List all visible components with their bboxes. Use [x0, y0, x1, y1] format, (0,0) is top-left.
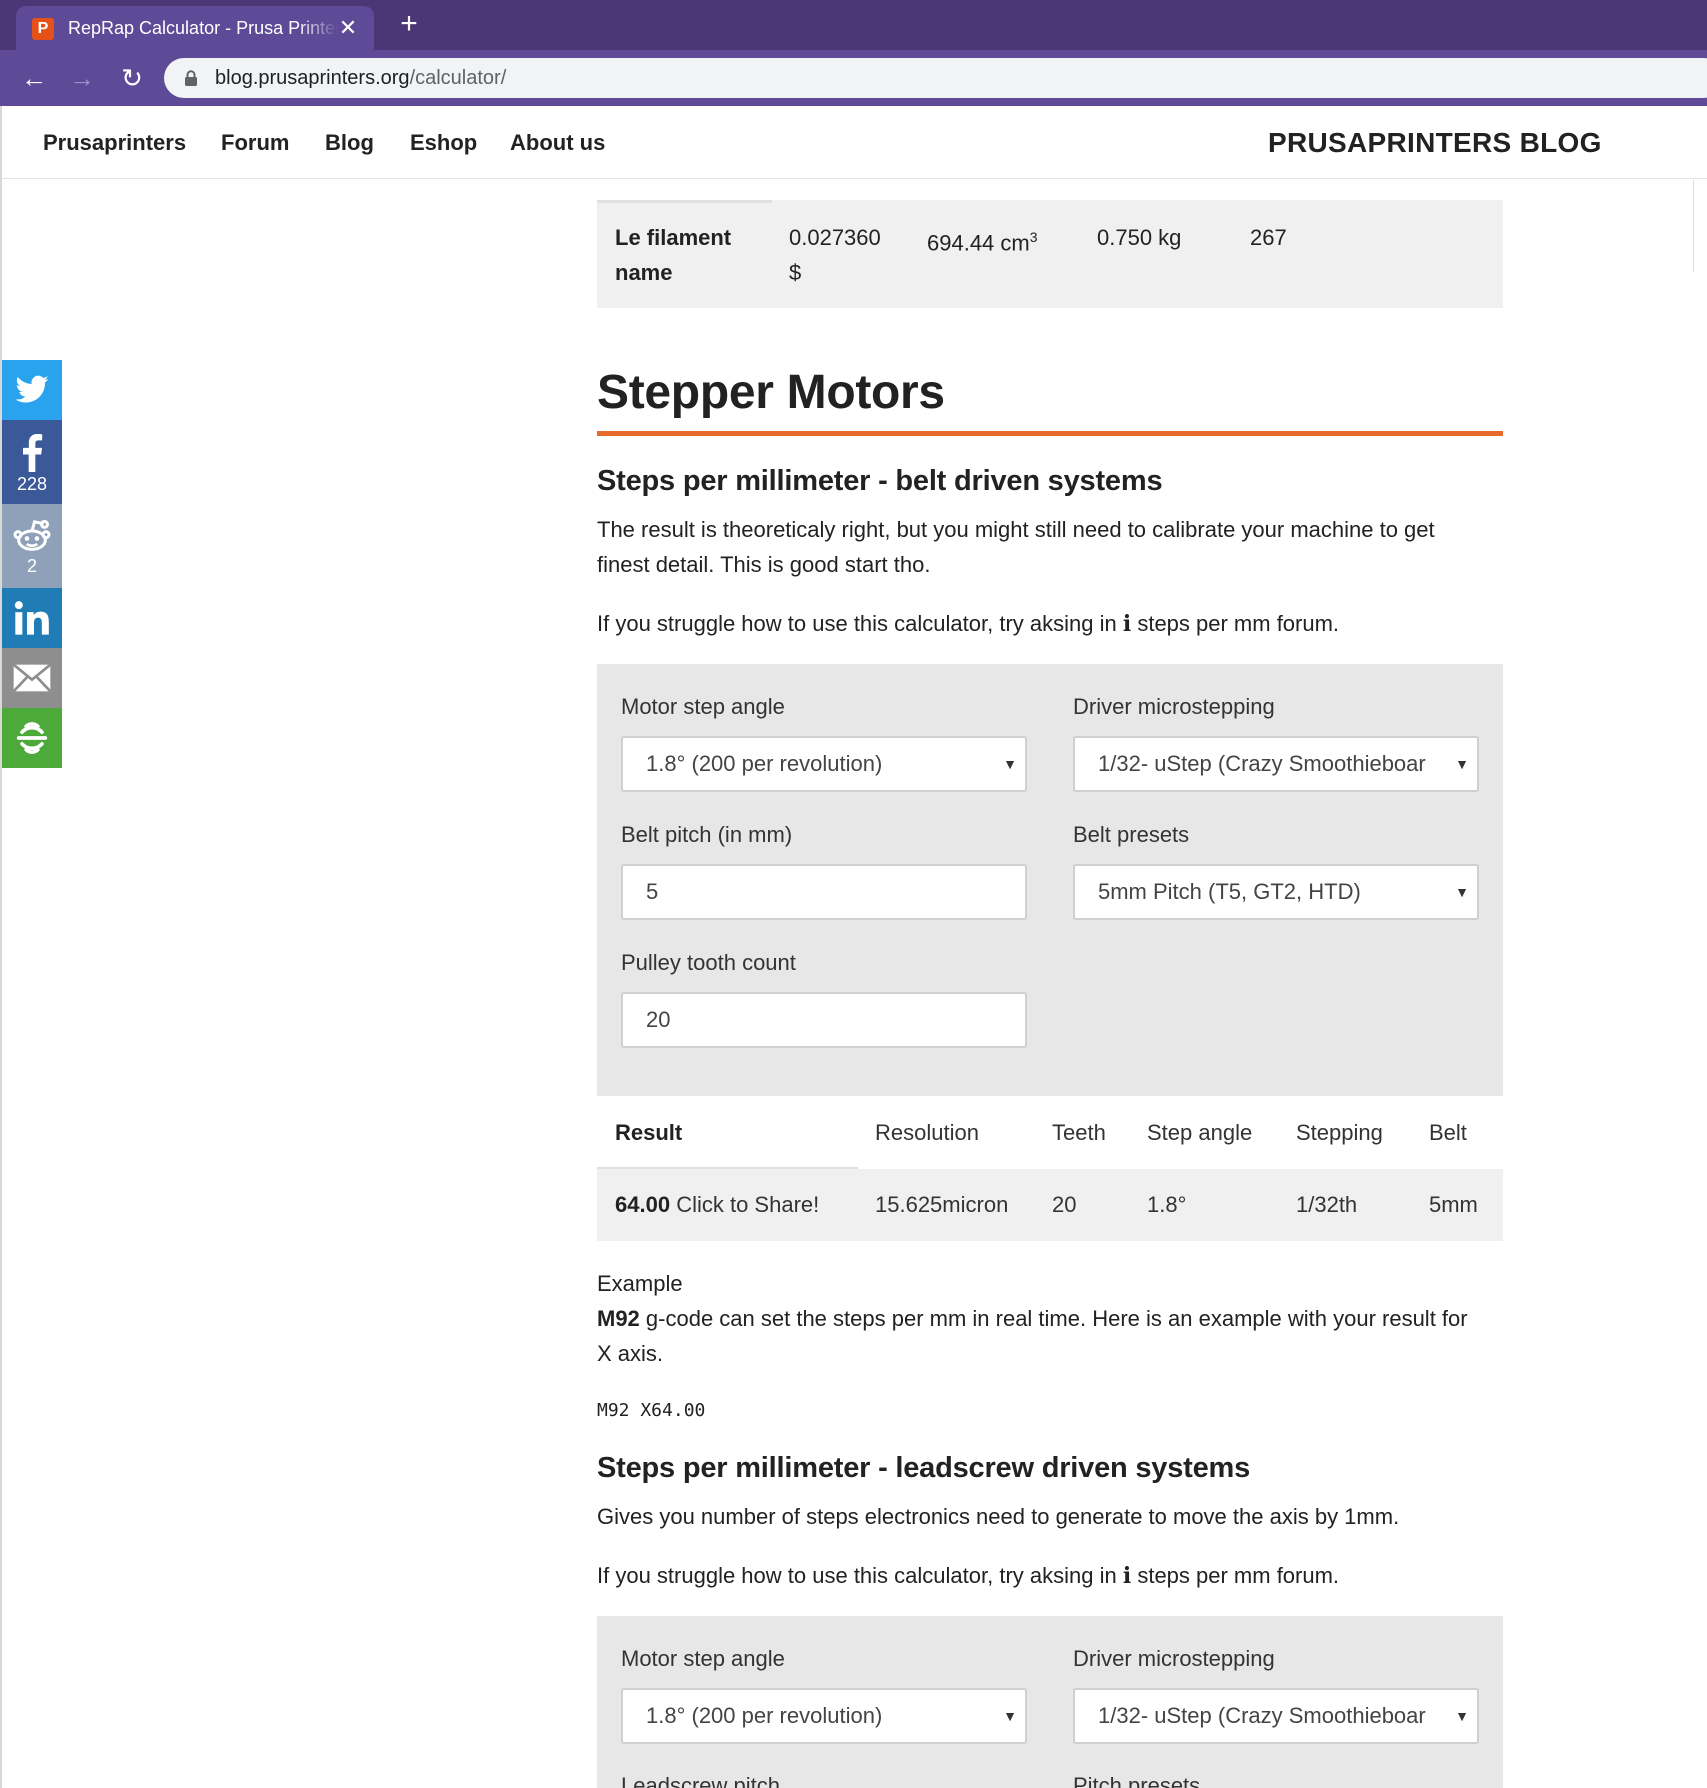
- browser-toolbar: ← → ↻ blog.prusaprinters.org/calculator/: [0, 50, 1707, 106]
- pulley-tooth-count-label: Pulley tooth count: [621, 950, 796, 975]
- nav-link-prusaprinters[interactable]: Prusaprinters: [43, 106, 186, 179]
- lock-icon: [185, 70, 197, 86]
- steps-per-mm-value: 64.00: [615, 1192, 671, 1217]
- forward-arrow-icon[interactable]: →: [66, 62, 98, 94]
- url-text: blog.prusaprinters.org/calculator/: [215, 58, 506, 98]
- share-facebook-button[interactable]: 228: [2, 420, 62, 504]
- share-linkedin-button[interactable]: [2, 588, 62, 648]
- share-reddit-button[interactable]: 2: [2, 504, 62, 588]
- forum-link[interactable]: steps per mm forum.: [1137, 1563, 1339, 1588]
- tab-title: RepRap Calculator - Prusa Printers: [68, 18, 338, 38]
- result-header-resolution: Resolution: [875, 1120, 979, 1145]
- driver-microstepping-select[interactable]: 1/32- uStep (Crazy Smoothieboar ▼: [1073, 736, 1479, 792]
- pulley-tooth-count-input[interactable]: 20: [621, 992, 1027, 1048]
- reddit-icon: [13, 519, 51, 551]
- motor-step-angle-label: Motor step angle: [621, 694, 785, 719]
- facebook-share-count: 228: [16, 474, 48, 494]
- share-twitter-button[interactable]: [2, 360, 62, 420]
- driver-microstepping-label: Driver microstepping: [1073, 1646, 1275, 1671]
- new-tab-icon[interactable]: +: [394, 9, 424, 40]
- belt-calculator-form: Motor step angle 1.8° (200 per revolutio…: [597, 664, 1503, 1096]
- result-header-step-angle: Step angle: [1147, 1120, 1253, 1145]
- site-brand[interactable]: PRUSAPRINTERS BLOG: [1268, 106, 1602, 179]
- leadscrew-heading: Steps per millimeter - leadscrew driven …: [597, 1452, 1251, 1484]
- result-header-stepping: Stepping: [1296, 1120, 1383, 1145]
- leadscrew-pitch-label: Leadscrew pitch: [621, 1773, 780, 1788]
- belt-heading: Steps per millimeter - belt driven syste…: [597, 465, 1163, 497]
- nav-link-eshop[interactable]: Eshop: [410, 106, 477, 179]
- filament-name: Le filament name: [615, 225, 732, 285]
- site-favicon-icon: P: [32, 18, 54, 40]
- driver-microstepping-select[interactable]: 1/32- uStep (Crazy Smoothieboar ▼: [1073, 1688, 1479, 1744]
- section-rule: [597, 431, 1503, 436]
- leadscrew-calculator-form: Motor step angle 1.8° (200 per revolutio…: [597, 1616, 1503, 1788]
- dropdown-caret-icon: ▼: [1455, 756, 1469, 772]
- result-teeth: 20: [1052, 1192, 1077, 1217]
- dropdown-caret-icon: ▼: [1455, 1708, 1469, 1724]
- filament-weight: 0.750 kg: [1097, 225, 1182, 250]
- leadscrew-intro: Gives you number of steps electronics ne…: [597, 1504, 1400, 1529]
- reload-icon[interactable]: ↻: [116, 62, 148, 94]
- belt-help-text: If you struggle how to use this calculat…: [597, 611, 1340, 637]
- share-email-button[interactable]: [2, 648, 62, 708]
- leadscrew-help-text: If you struggle how to use this calculat…: [597, 1563, 1340, 1589]
- motor-step-angle-select[interactable]: 1.8° (200 per revolution) ▼: [621, 736, 1027, 792]
- site-navigation: Prusaprinters Forum Blog Eshop About us …: [0, 106, 1707, 179]
- facebook-icon: [23, 434, 43, 472]
- driver-microstepping-label: Driver microstepping: [1073, 694, 1275, 719]
- dropdown-caret-icon: ▼: [1003, 1708, 1017, 1724]
- result-belt: 5mm: [1429, 1192, 1478, 1217]
- page-border: [0, 106, 2, 1788]
- table-divider: [597, 200, 772, 203]
- result-table-header: Result Resolution Teeth Step angle Stepp…: [597, 1096, 1503, 1170]
- forum-link[interactable]: steps per mm forum.: [1137, 611, 1339, 636]
- back-arrow-icon[interactable]: ←: [18, 62, 50, 94]
- filament-length: 267: [1250, 225, 1287, 250]
- url-domain: blog.prusaprinters.org: [215, 67, 410, 89]
- address-bar[interactable]: blog.prusaprinters.org/calculator/: [164, 58, 1707, 98]
- pitch-presets-label: Pitch presets: [1073, 1773, 1201, 1788]
- result-stepping: 1/32th: [1296, 1192, 1358, 1217]
- dropdown-caret-icon: ▼: [1003, 756, 1017, 772]
- gcode-example: M92 X64.00: [597, 1400, 706, 1421]
- url-path: /calculator/: [409, 67, 507, 89]
- filament-result-row: Le filament name 0.027360 $ 694.44 cm3 0.7…: [597, 200, 1503, 308]
- close-tab-icon[interactable]: ✕: [336, 16, 360, 40]
- result-header-teeth: Teeth: [1052, 1120, 1106, 1145]
- forum-info-icon[interactable]: i: [1123, 611, 1131, 637]
- filament-volume: 694.44 cm3: [927, 229, 1038, 256]
- twitter-icon: [15, 375, 49, 403]
- nav-link-about-us[interactable]: About us: [510, 106, 605, 179]
- example-text: Example M92 g-code can set the steps per …: [597, 1271, 1468, 1366]
- page-edge-widget: [1693, 180, 1707, 272]
- browser-tabstrip: P RepRap Calculator - Prusa Printers ✕ +: [0, 0, 1707, 50]
- result-share-link[interactable]: 64.00 Click to Share!: [615, 1169, 819, 1241]
- motor-step-angle-label: Motor step angle: [621, 1646, 785, 1671]
- reddit-share-count: 2: [26, 556, 37, 576]
- result-header-belt: Belt: [1429, 1120, 1467, 1145]
- email-icon: [12, 663, 52, 693]
- browser-tab-active[interactable]: P RepRap Calculator - Prusa Printers ✕: [16, 6, 374, 50]
- nav-link-blog[interactable]: Blog: [325, 106, 374, 179]
- forum-info-icon[interactable]: i: [1123, 1563, 1131, 1589]
- result-step-angle: 1.8°: [1147, 1192, 1187, 1217]
- nav-link-forum[interactable]: Forum: [221, 106, 289, 179]
- belt-intro: The result is theoreticaly right, but yo…: [597, 517, 1435, 577]
- belt-presets-select[interactable]: 5mm Pitch (T5, GT2, HTD) ▼: [1073, 864, 1479, 920]
- section-title: Stepper Motors: [597, 366, 945, 419]
- filament-price: 0.027360 $: [789, 225, 881, 285]
- linkedin-icon: [14, 601, 49, 635]
- belt-pitch-label: Belt pitch (in mm): [621, 822, 793, 847]
- dropdown-caret-icon: ▼: [1455, 884, 1469, 900]
- share-more-button[interactable]: [2, 708, 62, 768]
- more-share-icon: [16, 722, 48, 754]
- result-header-result: Result: [615, 1120, 683, 1145]
- belt-presets-label: Belt presets: [1073, 822, 1190, 847]
- result-table-row: 64.00 Click to Share! 15.625micron 20 1.…: [597, 1169, 1503, 1241]
- motor-step-angle-select[interactable]: 1.8° (200 per revolution) ▼: [621, 1688, 1027, 1744]
- result-resolution: 15.625micron: [875, 1192, 1009, 1217]
- belt-pitch-input[interactable]: 5: [621, 864, 1027, 920]
